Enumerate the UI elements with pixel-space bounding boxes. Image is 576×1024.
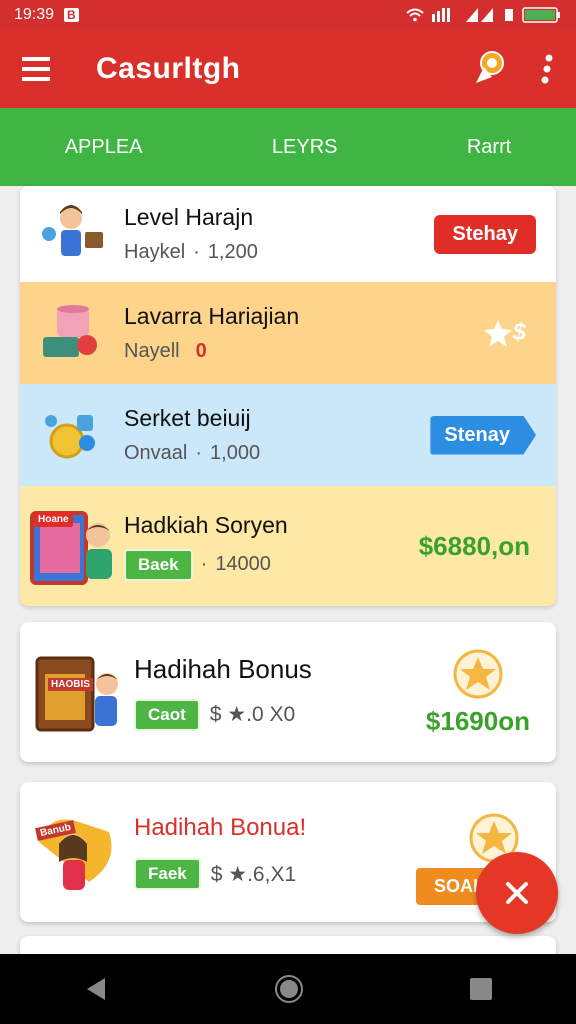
- status-bar: 19:39 B: [0, 0, 576, 30]
- game-machine-kid-illustration: HAOBIS: [20, 644, 134, 740]
- item-subtitle-label: Nayell: [124, 340, 180, 362]
- item-subtitle-label: Haykel: [124, 241, 186, 263]
- item-title: Serket beiuij: [124, 405, 251, 431]
- tab-rarrt[interactable]: Rarrt: [467, 136, 511, 159]
- home-icon[interactable]: [274, 974, 304, 1004]
- back-icon[interactable]: [83, 976, 109, 1002]
- item-subtitle-value: 1,000: [210, 442, 261, 464]
- status-time: 19:39: [14, 6, 55, 23]
- star-medal-icon: [453, 649, 503, 698]
- cell-signal-icon: [466, 8, 493, 22]
- card-subvalue: $ ★.0 X0: [209, 703, 296, 726]
- stehay-button[interactable]: Stehay: [434, 214, 536, 254]
- kid-with-bag-illustration: [20, 202, 124, 266]
- game-board-kid-illustration: Hoane: [20, 501, 124, 591]
- girl-with-trophy-illustration: Banub: [20, 802, 134, 902]
- bonus-card[interactable]: HAOBIS Hadihah Bonus Caot $ ★.0 X0 $1690…: [20, 622, 556, 762]
- more-vert-icon[interactable]: [540, 54, 554, 84]
- bonus-card[interactable]: Banub Hadihah Bonua! Faek $ ★.6,X1 SOAH: [20, 782, 556, 922]
- sim-icon: [505, 9, 513, 21]
- item-subtitle-value: 0: [195, 340, 207, 362]
- menu-icon[interactable]: [22, 56, 52, 82]
- coin-jar-illustration: [20, 301, 124, 365]
- item-tag: Baek: [124, 548, 193, 581]
- star-dollar-icon[interactable]: $: [483, 318, 526, 348]
- card-amount: $1690on: [425, 705, 530, 736]
- close-fab-button[interactable]: [476, 852, 558, 934]
- item-title: Lavarra Hariajian: [124, 303, 300, 329]
- reward-list-group: Level Harajn Haykel · 1,200 Stehay Lavarra…: [20, 186, 556, 606]
- tab-bar: APPLEA LEYRS Rarrt: [0, 108, 576, 186]
- list-item[interactable]: Serket beiuij Onvaal · 1,000 Stenay: [20, 384, 556, 486]
- machine-label: HAOBIS: [48, 678, 93, 691]
- system-nav-bar: [0, 954, 576, 1024]
- list-item[interactable]: Hoane Hadkiah Soryen Baek · 14000 $6880,on: [20, 486, 556, 606]
- tab-applea[interactable]: APPLEA: [65, 136, 143, 159]
- tab-leyrs[interactable]: LEYRS: [272, 136, 338, 159]
- notification-icon: B: [64, 8, 79, 22]
- stenay-button[interactable]: Stenay: [430, 415, 536, 455]
- battery-icon: [522, 7, 560, 23]
- list-item[interactable]: Lavarra Hariajian Nayell 0 $: [20, 282, 556, 384]
- recents-icon[interactable]: [469, 977, 493, 1001]
- dollar-glyph: $: [512, 319, 526, 346]
- item-subtitle-value: 14000: [215, 553, 271, 575]
- coin-key-illustration: [20, 403, 124, 467]
- signal-bars-icon: [432, 8, 450, 22]
- card-tag: Caot: [134, 698, 200, 731]
- item-amount: $6880,on: [418, 530, 530, 561]
- item-title: Level Harajn: [124, 204, 254, 230]
- app-bar: Casurltgh: [0, 30, 576, 108]
- card-tag: Faek: [134, 858, 201, 890]
- reward-medal-icon[interactable]: [470, 49, 510, 89]
- board-label: Hoane: [34, 512, 73, 527]
- item-title: Hadkiah Soryen: [124, 511, 288, 538]
- card-title: Hadihah Bonus: [134, 653, 312, 684]
- list-item[interactable]: Level Harajn Haykel · 1,200 Stehay: [20, 186, 556, 282]
- close-icon: [506, 882, 528, 904]
- wifi-icon: [406, 8, 424, 22]
- item-subtitle-value: 1,200: [207, 241, 258, 263]
- card-subvalue: $ ★.6,X1: [210, 862, 297, 886]
- app-title: Casurltgh: [96, 52, 241, 85]
- item-subtitle-label: Onvaal: [124, 442, 188, 464]
